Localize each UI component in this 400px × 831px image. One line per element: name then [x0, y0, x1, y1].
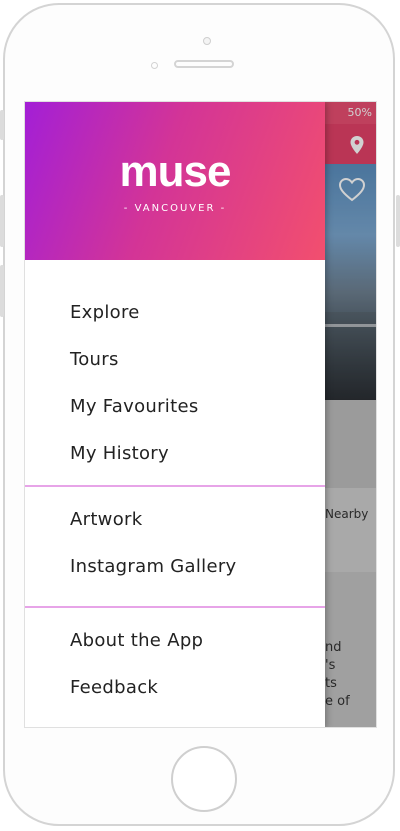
muse-logo: muse [119, 147, 232, 196]
menu-item-feedback[interactable]: Feedback [70, 677, 158, 698]
menu-item-artwork[interactable]: Artwork [70, 509, 142, 530]
menu-item-explore[interactable]: Explore [70, 302, 140, 323]
volume-down-button [0, 265, 4, 317]
home-button[interactable] [171, 746, 237, 812]
proximity-sensor [151, 62, 158, 69]
logo-subtitle: - VANCOUVER - [123, 203, 227, 214]
earpiece-speaker [174, 60, 234, 68]
menu-item-instagram-gallery[interactable]: Instagram Gallery [70, 556, 237, 577]
navigation-drawer: muse - VANCOUVER - Explore Tours My Favo… [25, 102, 325, 727]
power-button [396, 195, 400, 247]
mute-switch [0, 110, 4, 140]
front-camera [203, 37, 211, 45]
phone-screen: 50% Nearby nd 's ts e of muse - VANCOUVE… [24, 101, 377, 728]
menu-item-about-the-app[interactable]: About the App [70, 630, 203, 651]
drawer-header: muse - VANCOUVER - [25, 102, 325, 260]
volume-up-button [0, 195, 4, 247]
menu-item-my-favourites[interactable]: My Favourites [70, 396, 199, 417]
menu-item-my-history[interactable]: My History [70, 443, 169, 464]
menu-divider [25, 485, 325, 487]
menu-divider [25, 606, 325, 608]
menu-item-tours[interactable]: Tours [70, 349, 119, 370]
